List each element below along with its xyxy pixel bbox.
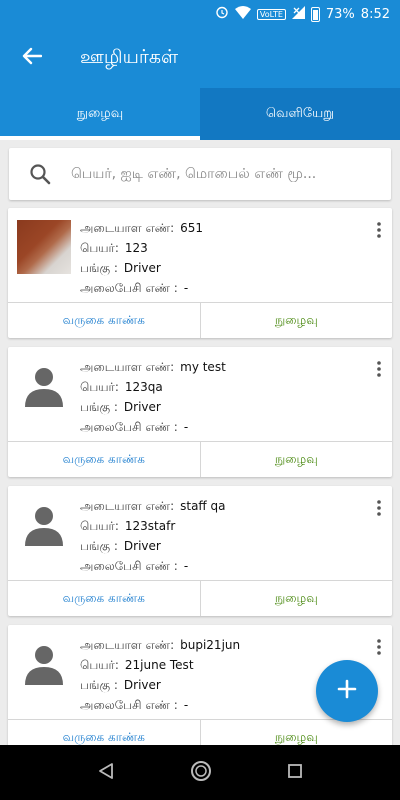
role-value: Driver: [123, 261, 161, 275]
more-vert-icon[interactable]: [370, 496, 388, 520]
name-label: பெயர்:: [80, 519, 119, 533]
role-value: Driver: [123, 678, 161, 692]
id-value: bupi21jun: [180, 638, 241, 652]
checkin-button[interactable]: நுழைவு: [199, 442, 393, 477]
tab-checkout[interactable]: வெளியேறு: [200, 88, 400, 140]
view-attendance-button[interactable]: வருகை காண்க: [8, 581, 200, 616]
alarm-icon: [215, 5, 229, 23]
role-label: பங்கு :: [80, 539, 118, 553]
avatar-placeholder-icon: [17, 498, 71, 552]
add-employee-button[interactable]: [316, 660, 378, 722]
search-bar: [9, 148, 391, 200]
role-label: பங்கு :: [80, 261, 118, 275]
view-attendance-button[interactable]: வருகை காண்க: [8, 303, 200, 338]
mobile-value: -: [183, 281, 189, 295]
name-label: பெயர்:: [80, 658, 119, 672]
employee-card: அடையாள எண்: my test பெயர்: 123qa பங்கு : Dr…: [8, 347, 392, 477]
employee-photo: [17, 220, 71, 274]
search-icon[interactable]: [9, 163, 71, 185]
name-label: பெயர்:: [80, 380, 119, 394]
avatar-placeholder-icon: [17, 359, 71, 413]
mobile-label: அலைபேசி எண் :: [80, 281, 178, 295]
id-value: 651: [180, 221, 204, 235]
view-attendance-button[interactable]: வருகை காண்க: [8, 442, 200, 477]
status-bar: VoLTE 73% 8:52: [0, 0, 400, 28]
role-value: Driver: [123, 539, 161, 553]
mobile-label: அலைபேசி எண் :: [80, 698, 178, 712]
battery-percent: 73%: [325, 6, 355, 22]
nav-back-icon[interactable]: [97, 762, 115, 784]
more-vert-icon[interactable]: [370, 635, 388, 659]
page-title: ஊழியர்கள்: [80, 45, 179, 68]
clock: 8:52: [360, 6, 390, 22]
id-label: அடையாள எண்:: [80, 360, 175, 374]
employee-card: அடையாள எண்: 651 பெயர்: 123 பங்கு : Driver அ…: [8, 208, 392, 338]
back-button[interactable]: [0, 28, 64, 88]
avatar-placeholder-icon: [17, 637, 71, 691]
id-label: அடையாள எண்:: [80, 638, 175, 652]
mobile-value: -: [183, 698, 189, 712]
app-bar: ஊழியர்கள்: [0, 28, 400, 88]
checkin-button[interactable]: நுழைவு: [199, 303, 393, 338]
wifi-icon: [234, 5, 251, 23]
name-label: பெயர்:: [80, 241, 119, 255]
mobile-label: அலைபேசி எண் :: [80, 420, 178, 434]
name-value: 123qa: [124, 380, 163, 394]
mobile-label: அலைபேசி எண் :: [80, 559, 178, 573]
nav-recents-icon[interactable]: [287, 763, 303, 783]
mobile-value: -: [183, 559, 189, 573]
checkin-button[interactable]: நுழைவு: [199, 581, 393, 616]
mobile-value: -: [183, 420, 189, 434]
nav-home-icon[interactable]: [190, 760, 212, 786]
plus-icon: [337, 679, 357, 703]
id-label: அடையாள எண்:: [80, 221, 175, 235]
id-label: அடையாள எண்:: [80, 499, 175, 513]
role-label: பங்கு :: [80, 400, 118, 414]
volte-badge: VoLTE: [256, 8, 286, 20]
employee-card: அடையாள எண்: staff qa பெயர்: 123stafr பங்கு…: [8, 486, 392, 616]
name-value: 123: [124, 241, 148, 255]
name-value: 123stafr: [124, 519, 176, 533]
tab-bar: நுழைவு வெளியேறு: [0, 88, 400, 140]
system-nav-bar: [0, 745, 400, 800]
signal-icon: [291, 5, 305, 23]
role-value: Driver: [123, 400, 161, 414]
more-vert-icon[interactable]: [370, 218, 388, 242]
name-value: 21june Test: [124, 658, 194, 672]
more-vert-icon[interactable]: [370, 357, 388, 381]
role-label: பங்கு :: [80, 678, 118, 692]
id-value: staff qa: [180, 499, 226, 513]
tab-checkin[interactable]: நுழைவு: [0, 88, 200, 140]
search-input[interactable]: [71, 166, 371, 182]
battery-icon: [310, 6, 320, 22]
arrow-back-icon: [22, 47, 43, 69]
id-value: my test: [180, 360, 226, 374]
